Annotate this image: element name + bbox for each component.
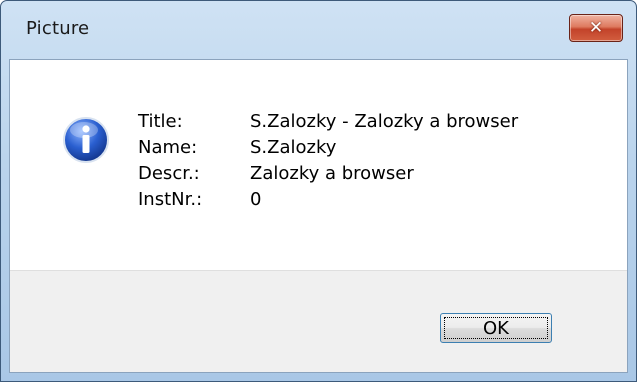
name-value: S.Zalozky bbox=[250, 137, 337, 158]
title-bar[interactable]: Picture ✕ bbox=[1, 1, 636, 59]
dialog-window: Picture ✕ Title: S.Zalozky - Zalozky a b… bbox=[0, 0, 637, 382]
ok-button-label: OK bbox=[483, 317, 509, 339]
info-icon bbox=[63, 117, 109, 163]
ok-button[interactable]: OK bbox=[440, 313, 552, 343]
close-button[interactable]: ✕ bbox=[569, 14, 623, 42]
details-list: Title: S.Zalozky - Zalozky a browser Nam… bbox=[138, 110, 518, 211]
instnr-label: InstNr.: bbox=[138, 189, 203, 210]
button-bar: OK bbox=[10, 270, 627, 372]
descr-label: Descr.: bbox=[138, 163, 200, 184]
close-icon: ✕ bbox=[588, 18, 604, 38]
title-value: S.Zalozky - Zalozky a browser bbox=[250, 111, 519, 132]
title-label: Title: bbox=[138, 111, 183, 132]
window-title: Picture bbox=[26, 18, 90, 39]
dialog-client-area: Title: S.Zalozky - Zalozky a browser Nam… bbox=[9, 59, 628, 373]
message-area: Title: S.Zalozky - Zalozky a browser Nam… bbox=[10, 60, 627, 270]
descr-value: Zalozky a browser bbox=[250, 163, 414, 184]
name-label: Name: bbox=[138, 137, 198, 158]
instnr-value: 0 bbox=[250, 189, 262, 210]
